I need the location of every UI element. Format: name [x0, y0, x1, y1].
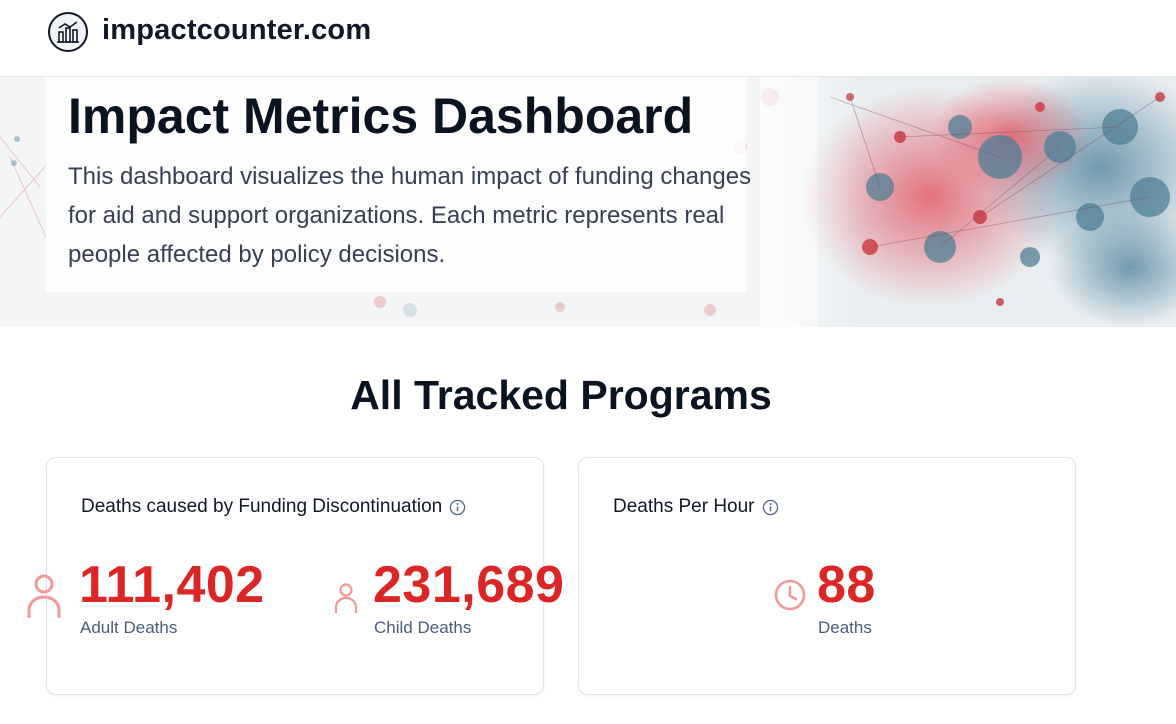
page-title: Impact Metrics Dashboard: [68, 88, 694, 144]
deaths-per-hour-label: Deaths: [818, 618, 872, 637]
person-icon: [334, 583, 358, 613]
top-header: impactcounter.com: [0, 0, 1176, 77]
deaths-per-hour-value: 88: [817, 556, 876, 614]
child-deaths-label: Child Deaths: [374, 618, 472, 637]
section-title: All Tracked Programs: [350, 372, 772, 418]
person-icon: [27, 574, 61, 618]
site-name-link[interactable]: impactcounter.com: [102, 14, 371, 47]
card-title: Deaths caused by Funding Discontinuation: [81, 496, 466, 518]
hero-banner: Impact Metrics Dashboard This dashboard …: [0, 77, 1176, 327]
adult-deaths-label: Adult Deaths: [80, 618, 178, 637]
card-title: Deaths Per Hour: [613, 496, 779, 518]
card-title-text: Deaths caused by Funding Discontinuation: [81, 496, 443, 517]
building-chart-icon[interactable]: [48, 12, 88, 52]
clock-icon: [774, 579, 806, 611]
adult-deaths-value: 111,402: [79, 556, 265, 614]
info-icon[interactable]: [449, 499, 466, 516]
card-title-text: Deaths Per Hour: [613, 496, 755, 517]
page-description: This dashboard visualizes the human impa…: [68, 163, 752, 268]
metric-card-deaths-per-hour: Deaths Per Hour 88 Deaths: [578, 457, 1076, 695]
child-deaths-value: 231,689: [373, 556, 565, 614]
metric-card-funding-discontinuation: Deaths caused by Funding Discontinuation…: [27, 457, 564, 695]
info-icon[interactable]: [762, 499, 779, 516]
